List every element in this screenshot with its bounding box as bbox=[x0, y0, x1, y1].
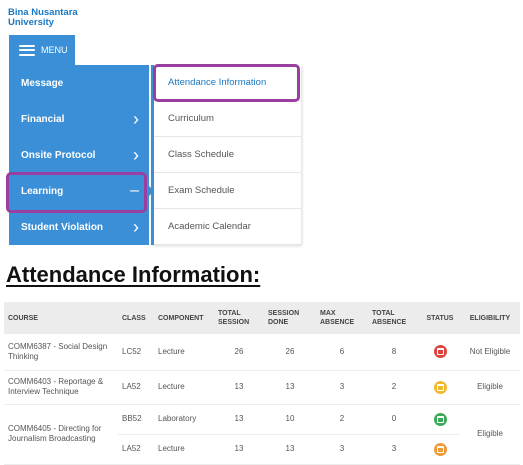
cell-total-absence: 0 bbox=[368, 404, 420, 435]
cell-component: Lecture bbox=[154, 434, 214, 465]
menu-item-student-violation[interactable]: Student Violation › bbox=[9, 209, 149, 245]
cell-eligibility: Eligible bbox=[460, 404, 520, 465]
cell-eligibility: Not Eligible bbox=[460, 334, 520, 371]
calendar-status-icon[interactable] bbox=[433, 412, 447, 426]
column-header-total-absence: TOTAL ABSENCE bbox=[372, 310, 407, 326]
page-title: Attendance Information: bbox=[6, 262, 261, 287]
calendar-status-icon[interactable] bbox=[433, 442, 447, 456]
cell-total-session: 13 bbox=[214, 370, 264, 405]
cell-class: LA52 bbox=[118, 370, 154, 405]
brand-logo[interactable]: Bina Nusantara University bbox=[8, 8, 78, 28]
menu-item-message[interactable]: Message bbox=[9, 65, 149, 101]
cell-session-done: 26 bbox=[264, 334, 316, 371]
column-header-total-session: TOTAL SESSION bbox=[218, 310, 250, 326]
column-header-eligibility: ELIGIBILITY bbox=[469, 314, 511, 322]
cell-eligibility: Eligible bbox=[460, 370, 520, 405]
column-header-session-done: SESSION DONE bbox=[268, 310, 300, 326]
brand-line-2: University bbox=[8, 17, 54, 28]
cell-max-absence: 3 bbox=[316, 434, 368, 465]
highlight-attendance bbox=[153, 64, 300, 102]
chevron-right-icon: › bbox=[133, 217, 139, 237]
hamburger-icon bbox=[19, 44, 35, 56]
cell-max-absence: 6 bbox=[316, 334, 368, 371]
cell-component: Lecture bbox=[154, 370, 214, 405]
menu-item-financial[interactable]: Financial › bbox=[9, 101, 149, 137]
column-header-class: CLASS bbox=[122, 314, 146, 322]
column-header-max-absence: MAX ABSENCE bbox=[320, 310, 355, 326]
cell-session-done: 13 bbox=[264, 434, 316, 465]
attendance-table: COURSE CLASS COMPONENT TOTAL SESSION SES… bbox=[4, 302, 520, 465]
submenu-item-academic-calendar[interactable]: Academic Calendar bbox=[154, 209, 301, 245]
cell-course: COMM6387 - Social Design Thinking bbox=[4, 334, 118, 371]
cell-status bbox=[420, 434, 460, 465]
menu-item-label: Onsite Protocol bbox=[21, 149, 96, 161]
cell-status bbox=[420, 370, 460, 405]
menu-button[interactable]: MENU bbox=[9, 35, 75, 65]
submenu-item-exam-schedule[interactable]: Exam Schedule bbox=[154, 173, 301, 209]
highlight-learning bbox=[6, 172, 147, 213]
submenu-item-class-schedule[interactable]: Class Schedule bbox=[154, 137, 301, 173]
menu-item-label: Financial bbox=[21, 113, 65, 125]
cell-course: COMM6405 - Directing for Journalism Broa… bbox=[4, 404, 118, 465]
submenu-item-curriculum[interactable]: Curriculum bbox=[154, 101, 301, 137]
column-header-status: STATUS bbox=[426, 314, 454, 322]
cell-status bbox=[420, 334, 460, 371]
cell-class: BB52 bbox=[118, 404, 154, 435]
cell-total-absence: 2 bbox=[368, 370, 420, 405]
table-row: COMM6403 - Reportage & Interview Techniq… bbox=[4, 370, 520, 405]
cell-max-absence: 3 bbox=[316, 370, 368, 405]
table-row: COMM6405 - Directing for Journalism Broa… bbox=[4, 404, 520, 465]
cell-session-done: 13 bbox=[264, 370, 316, 405]
chevron-right-icon: › bbox=[133, 109, 139, 129]
chevron-right-icon: › bbox=[133, 145, 139, 165]
column-header-course: COURSE bbox=[8, 314, 38, 322]
cell-class: LC52 bbox=[118, 334, 154, 371]
cell-component: Lecture bbox=[154, 334, 214, 371]
cell-component: Laboratory bbox=[154, 404, 214, 435]
table-row: COMM6387 - Social Design Thinking LC52 L… bbox=[4, 334, 520, 371]
menu-item-label: Message bbox=[21, 77, 64, 89]
main-menu: Message Financial › Onsite Protocol › Le… bbox=[9, 65, 149, 245]
menu-item-onsite-protocol[interactable]: Onsite Protocol › bbox=[9, 137, 149, 173]
menu-button-label: MENU bbox=[41, 45, 68, 55]
cell-max-absence: 2 bbox=[316, 404, 368, 435]
cell-total-absence: 8 bbox=[368, 334, 420, 371]
cell-status bbox=[420, 404, 460, 435]
cell-total-session: 26 bbox=[214, 334, 264, 371]
menu-item-label: Student Violation bbox=[21, 221, 104, 233]
calendar-status-icon[interactable] bbox=[433, 380, 447, 394]
cell-total-session: 13 bbox=[214, 434, 264, 465]
column-header-component: COMPONENT bbox=[158, 314, 204, 322]
cell-session-done: 10 bbox=[264, 404, 316, 435]
cell-course: COMM6403 - Reportage & Interview Techniq… bbox=[4, 370, 118, 405]
table-header-row: COURSE CLASS COMPONENT TOTAL SESSION SES… bbox=[4, 302, 520, 334]
calendar-status-icon[interactable] bbox=[433, 345, 447, 359]
cell-total-session: 13 bbox=[214, 404, 264, 435]
cell-class: LA52 bbox=[118, 434, 154, 465]
cell-total-absence: 3 bbox=[368, 434, 420, 465]
